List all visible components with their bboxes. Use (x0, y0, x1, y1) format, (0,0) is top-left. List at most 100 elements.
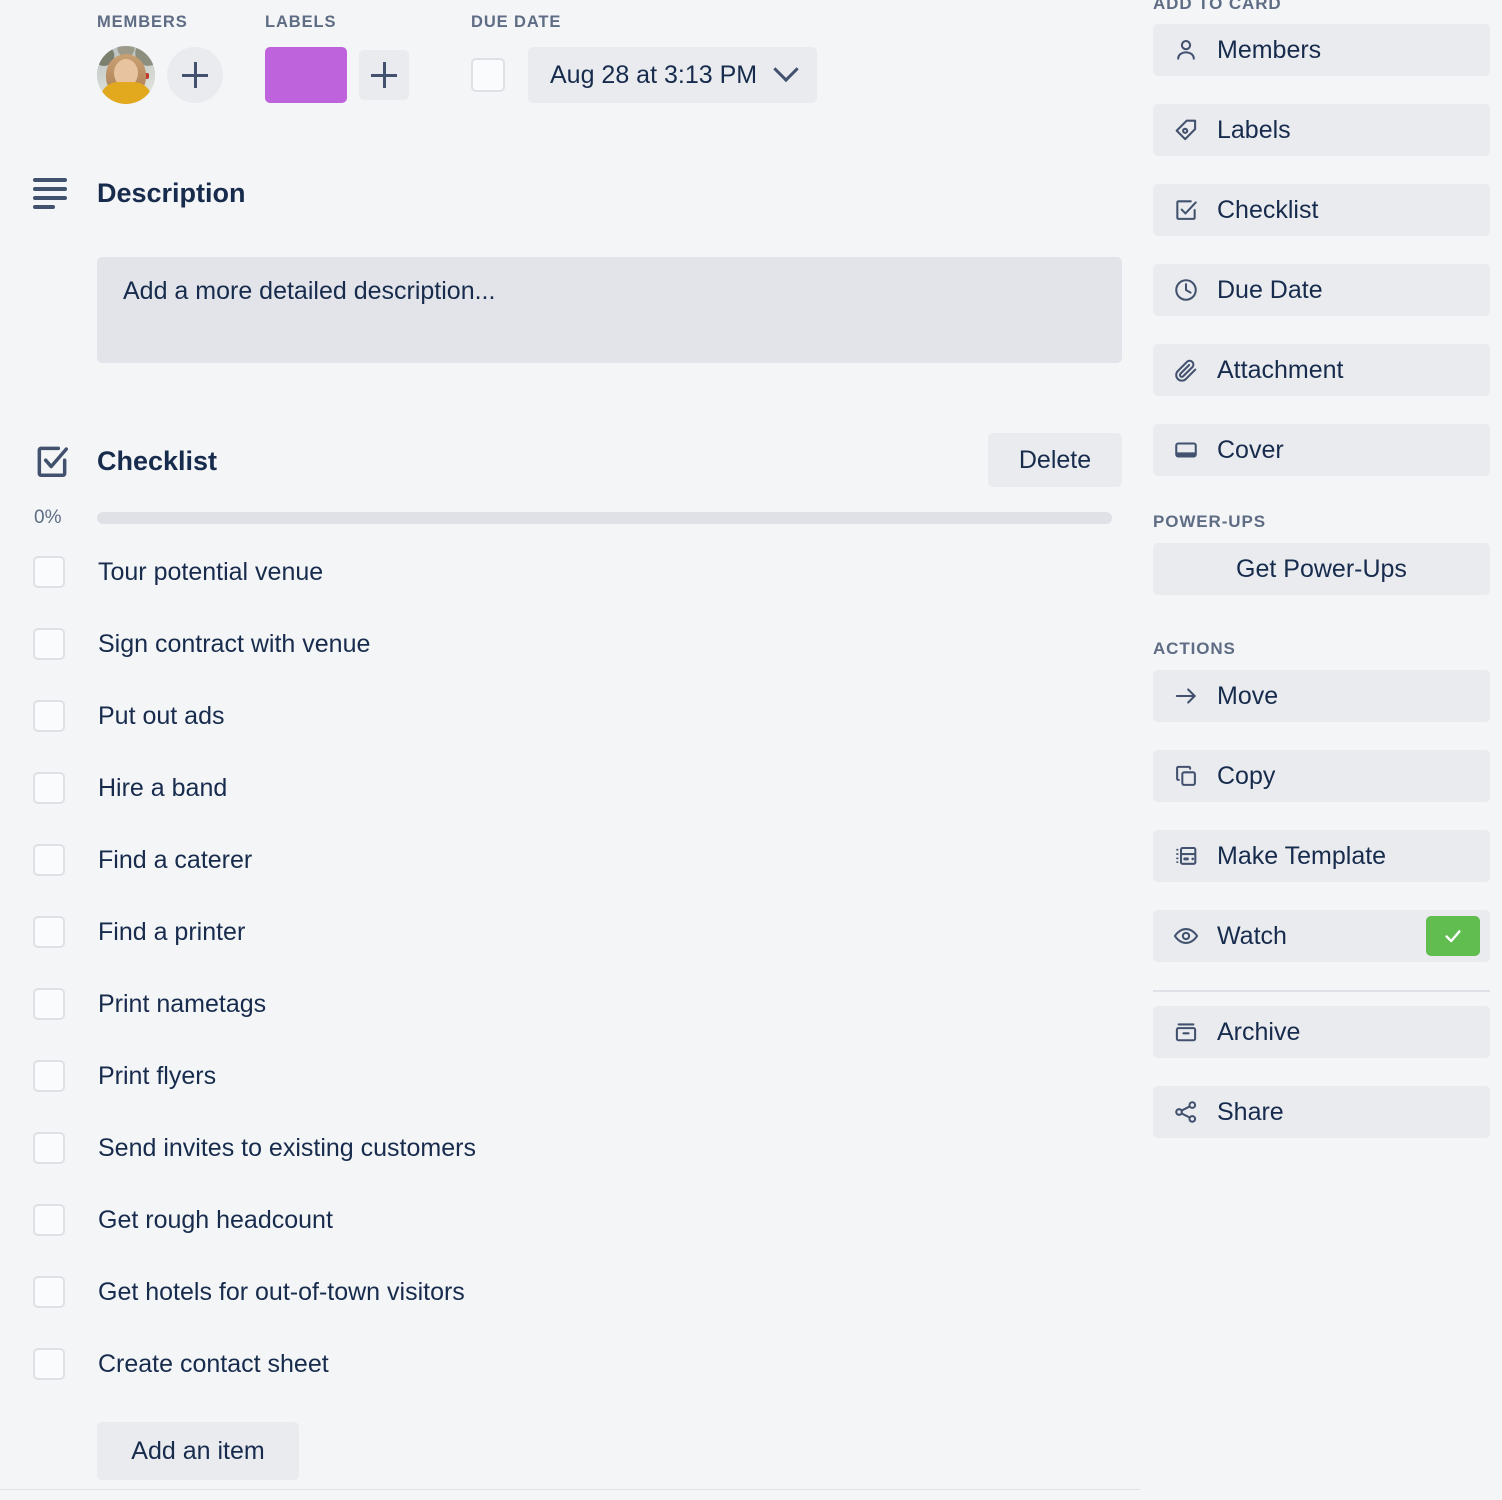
add-to-card-heading: ADD TO CARD (1153, 0, 1282, 13)
checklist-item[interactable]: Print nametags (0, 984, 1140, 1024)
plus-icon (182, 62, 208, 88)
description-header: Description (33, 178, 246, 209)
checklist-item[interactable]: Send invites to existing customers (0, 1128, 1140, 1168)
checklist-item-label: Put out ads (98, 701, 225, 730)
due-date-heading: DUE DATE (471, 13, 562, 31)
watch-enabled-badge[interactable] (1426, 916, 1480, 956)
add_to_card-button-cover[interactable]: Cover (1153, 424, 1490, 476)
add-checklist-item-button[interactable]: Add an item (97, 1422, 299, 1480)
actions-button-watch[interactable]: Watch (1153, 910, 1490, 962)
due-date-group: DUE DATE Aug 28 at 3:13 PM (471, 0, 818, 104)
checklist-progress-percent: 0% (34, 507, 62, 528)
checklist-item-label: Hire a band (98, 773, 228, 802)
description-lines-icon (33, 178, 77, 209)
checklist-title: Checklist (97, 445, 218, 476)
check-square-icon (33, 442, 77, 480)
paperclip-icon (1173, 357, 1217, 383)
checklist-item[interactable]: Hire a band (0, 768, 1140, 808)
members-heading: MEMBERS (97, 13, 188, 31)
side-button-label: Move (1217, 681, 1279, 710)
side-button-label: Members (1217, 35, 1322, 64)
checklist-item[interactable]: Create contact sheet (0, 1344, 1140, 1384)
checklist-item-checkbox[interactable] (33, 844, 65, 876)
side-button-label: Share (1217, 1097, 1284, 1126)
labels-group: LABELS (265, 0, 409, 104)
checklist-item-checkbox[interactable] (33, 1204, 65, 1236)
checklist-item-checkbox[interactable] (33, 1348, 65, 1380)
clock-icon (1173, 277, 1217, 303)
checklist-item[interactable]: Find a printer (0, 912, 1140, 952)
side-button-label: Attachment (1217, 355, 1344, 384)
checklist-item-checkbox[interactable] (33, 628, 65, 660)
actions-heading: ACTIONS (1153, 639, 1236, 658)
side-button-label: Cover (1217, 435, 1284, 464)
side-button-label: Make Template (1217, 841, 1387, 870)
checklist-item-checkbox[interactable] (33, 1276, 65, 1308)
actions-list: Move Copy Make Template Watch Archive Share (1153, 670, 1490, 1138)
card-attributes-row: MEMBERS LABELS DUE DATE Aug 28 at 3:13 P… (0, 0, 818, 104)
checklist-item[interactable]: Sign contract with venue (0, 624, 1140, 664)
check-square-icon (1173, 197, 1217, 223)
checklist-items: Tour potential venue Sign contract with v… (0, 552, 1140, 1480)
checklist-item-checkbox[interactable] (33, 988, 65, 1020)
add_to_card-button-checklist[interactable]: Checklist (1153, 184, 1490, 236)
bottom-divider (0, 1489, 1140, 1490)
template-icon (1173, 843, 1217, 869)
checklist-item-label: Find a caterer (98, 845, 253, 874)
checklist-item[interactable]: Print flyers (0, 1056, 1140, 1096)
due-date-button[interactable]: Aug 28 at 3:13 PM (528, 47, 818, 103)
checklist-item-checkbox[interactable] (33, 772, 65, 804)
avatar[interactable] (97, 46, 155, 104)
checklist-item-label: Print nametags (98, 989, 267, 1018)
checklist-item-label: Get hotels for out-of-town visitors (98, 1277, 465, 1306)
checklist-item[interactable]: Get rough headcount (0, 1200, 1140, 1240)
actions-button-move[interactable]: Move (1153, 670, 1490, 722)
side-button-label: Watch (1217, 921, 1287, 950)
checklist-progress: 0% (0, 507, 1130, 529)
description-title: Description (97, 178, 246, 208)
tag-icon (1173, 117, 1217, 143)
checklist-item-checkbox[interactable] (33, 916, 65, 948)
actions-button-share[interactable]: Share (1153, 1086, 1490, 1138)
actions-divider (1153, 990, 1490, 992)
cover-icon (1173, 437, 1217, 463)
share-icon (1173, 1099, 1217, 1125)
checklist-item-checkbox[interactable] (33, 1132, 65, 1164)
add_to_card-button-attachment[interactable]: Attachment (1153, 344, 1490, 396)
plus-icon (371, 62, 397, 88)
checklist-item-checkbox[interactable] (33, 1060, 65, 1092)
checklist-item[interactable]: Find a caterer (0, 840, 1140, 880)
add-member-button[interactable] (167, 47, 223, 103)
add_to_card-button-labels[interactable]: Labels (1153, 104, 1490, 156)
add_to_card-button-members[interactable]: Members (1153, 24, 1490, 76)
due-date-checkbox[interactable] (471, 58, 505, 92)
label-chip[interactable] (265, 47, 347, 103)
checklist-item-label: Sign contract with venue (98, 629, 371, 658)
get-power-ups-button[interactable]: Get Power-Ups (1153, 543, 1490, 595)
checklist-item-label: Tour potential venue (98, 557, 324, 586)
add_to_card-button-due-date[interactable]: Due Date (1153, 264, 1490, 316)
side-button-label: Labels (1217, 115, 1291, 144)
actions-button-archive[interactable]: Archive (1153, 1006, 1490, 1058)
checklist-item-label: Create contact sheet (98, 1349, 329, 1378)
labels-heading: LABELS (265, 13, 337, 31)
checklist-item[interactable]: Get hotels for out-of-town visitors (0, 1272, 1140, 1312)
eye-icon (1173, 923, 1217, 949)
checklist-item-checkbox[interactable] (33, 556, 65, 588)
members-group: MEMBERS (97, 0, 223, 104)
card-sidebar: ADD TO CARD Members Labels Checklist Due Da… (1153, 0, 1490, 1166)
side-button-label: Checklist (1217, 195, 1319, 224)
actions-button-make-template[interactable]: Make Template (1153, 830, 1490, 882)
checklist-item-label: Send invites to existing customers (98, 1133, 476, 1162)
description-placeholder: Add a more detailed description... (123, 277, 496, 305)
chevron-down-icon (773, 56, 799, 83)
add-label-button[interactable] (359, 50, 409, 100)
checklist-item[interactable]: Put out ads (0, 696, 1140, 736)
description-input[interactable]: Add a more detailed description... (97, 257, 1122, 363)
actions-button-copy[interactable]: Copy (1153, 750, 1490, 802)
checklist-item-checkbox[interactable] (33, 700, 65, 732)
delete-checklist-button[interactable]: Delete (988, 433, 1122, 487)
checklist-item[interactable]: Tour potential venue (0, 552, 1140, 592)
side-button-label: Archive (1217, 1017, 1301, 1046)
side-button-label: Due Date (1217, 275, 1323, 304)
